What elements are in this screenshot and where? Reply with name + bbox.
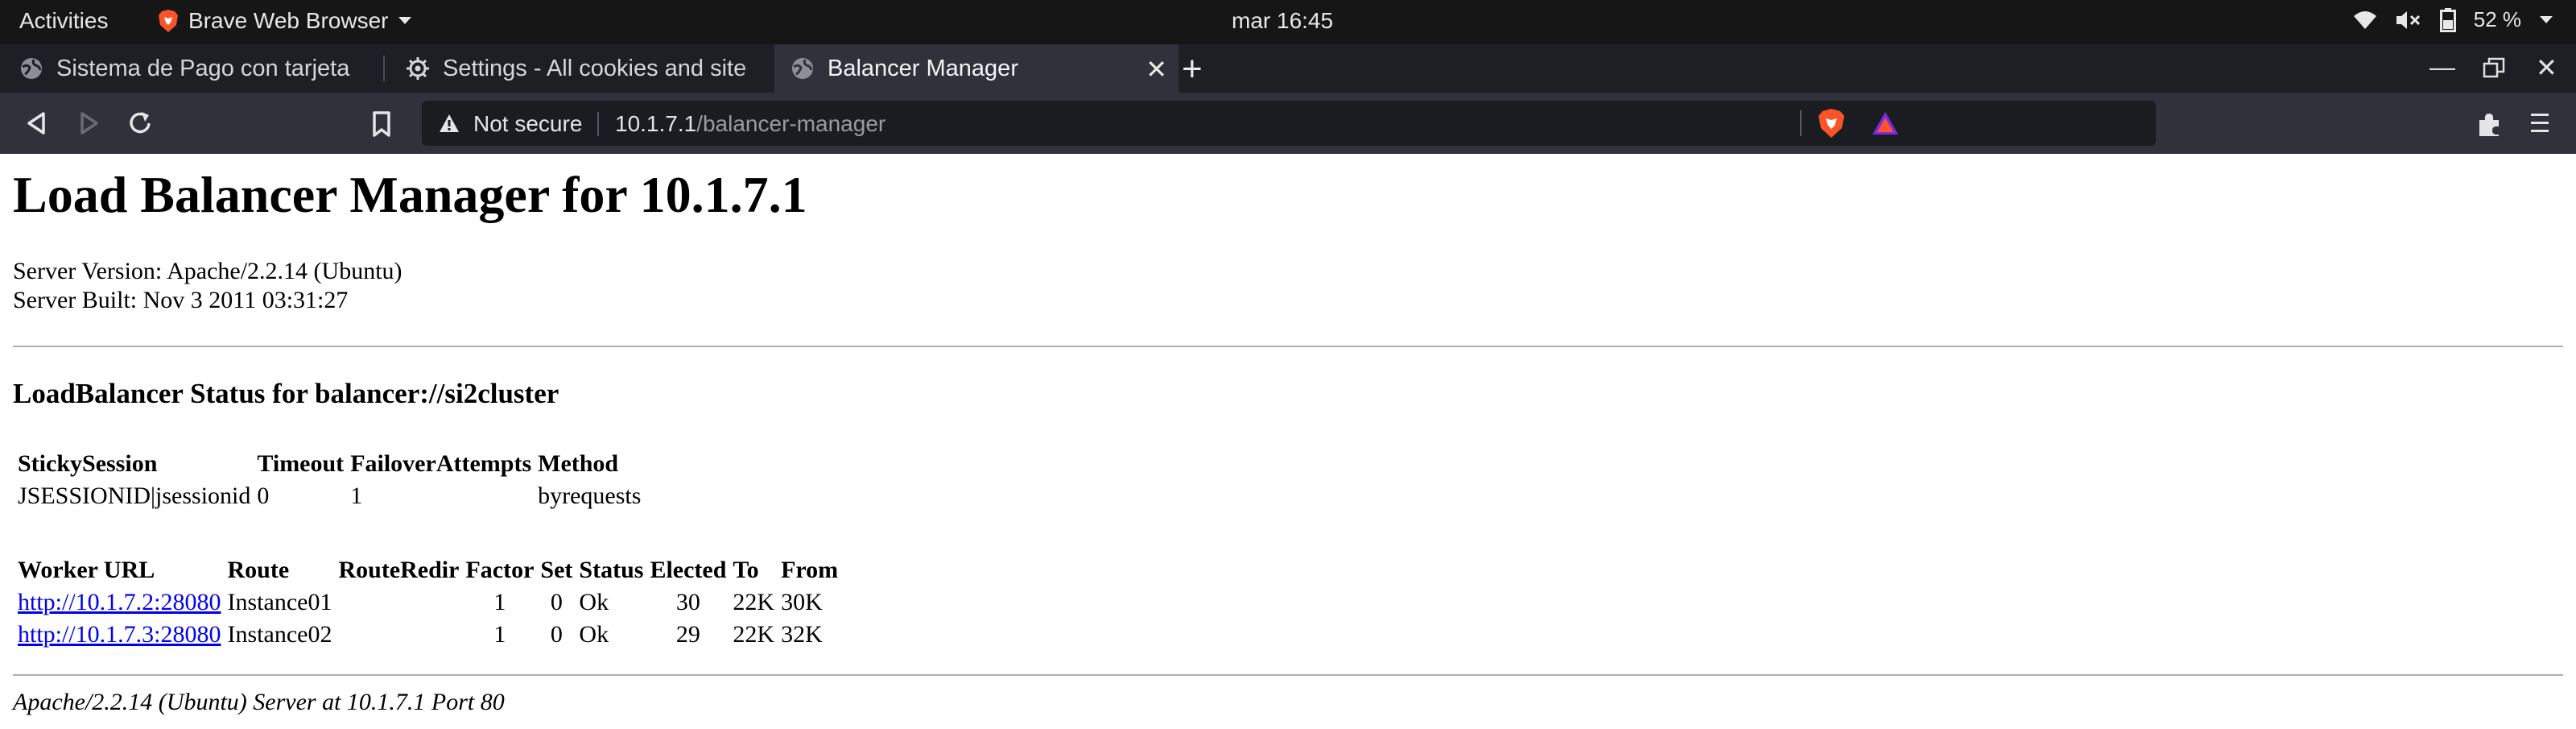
system-top-bar: Activities Brave Web Browser mar 16:45 5… [0, 0, 2576, 44]
reload-icon[interactable] [124, 107, 156, 139]
clock[interactable]: mar 16:45 [1232, 8, 1333, 34]
table-cell: 0 [257, 483, 270, 509]
table-cell: 30K [781, 589, 823, 615]
system-tray[interactable]: 52 % [2353, 7, 2553, 32]
worker-table: Worker URL Route RouteRedir Factor Set S… [11, 552, 844, 653]
column-header: FailoverAttempts [350, 450, 532, 477]
tab-title: Balancer Manager [828, 55, 1018, 81]
server-built: Server Built: Nov 3 2011 03:31:27 [13, 287, 349, 313]
activities-button[interactable]: Activities [19, 8, 108, 34]
table-cell: 29 [675, 621, 700, 648]
balancer-settings-table: StickySession Timeout FailoverAttempts M… [11, 445, 647, 515]
table-cell: 22K [733, 621, 775, 648]
warning-triangle-icon[interactable] [438, 112, 460, 135]
security-label[interactable]: Not secure [473, 111, 582, 137]
app-menu[interactable]: Brave Web Browser [158, 8, 412, 34]
table-cell: 1 [493, 621, 506, 648]
menu-icon[interactable] [2529, 112, 2550, 135]
table-cell: Ok [579, 589, 609, 615]
restore-window-icon[interactable] [2483, 57, 2505, 78]
column-header: Set [540, 557, 573, 583]
column-header: Worker URL [18, 557, 155, 583]
table-cell: Instance01 [227, 589, 332, 615]
table-header-row: Worker URL Route RouteRedir Factor Set S… [18, 557, 838, 584]
column-header: Elected [650, 557, 727, 583]
balancer-status-heading: LoadBalancer Status for balancer://si2cl… [13, 378, 559, 409]
table-cell: Instance02 [227, 621, 332, 648]
chevron-down-icon [398, 17, 412, 24]
tab-sistema-de-pago[interactable]: Sistema de Pago con tarjeta [0, 44, 399, 93]
server-version: Server Version: Apache/2.2.14 (Ubuntu) [13, 258, 402, 284]
table-row: http://10.1.7.2:28080 Instance01 1 0 Ok … [18, 589, 838, 616]
forward-icon[interactable] [72, 107, 105, 139]
server-footer: Apache/2.2.14 (Ubuntu) Server at 10.1.7.… [13, 689, 505, 715]
volume-muted-icon [2396, 10, 2420, 29]
table-cell: http://10.1.7.2:28080 [18, 589, 221, 616]
close-tab-icon[interactable]: ✕ [1146, 54, 1167, 85]
extensions-icon[interactable] [2475, 109, 2504, 138]
close-window-icon[interactable]: ✕ [2536, 52, 2557, 83]
table-row: http://10.1.7.3:28080 Instance02 1 0 Ok … [18, 621, 838, 648]
table-cell [338, 621, 459, 648]
column-header: Timeout [257, 450, 345, 477]
tab-balancer-manager[interactable]: Balancer Manager ✕ [774, 44, 1179, 93]
table-cell: JSESSIONID|jsessionid [18, 483, 251, 509]
globe-icon [792, 58, 813, 79]
table-cell: byrequests [538, 483, 642, 509]
tab-strip: Sistema de Pago con tarjeta Settings - A… [0, 44, 2576, 93]
column-header: To [733, 557, 759, 583]
horizontal-rule [13, 346, 2563, 347]
brave-shields-icon[interactable] [1818, 108, 1845, 139]
bookmark-icon[interactable] [370, 110, 393, 138]
back-icon[interactable] [21, 107, 53, 139]
tab-title: Sistema de Pago con tarjeta [56, 55, 350, 81]
column-header: RouteRedir [338, 557, 460, 583]
globe-icon [21, 58, 42, 79]
table-cell: Ok [579, 621, 609, 648]
tab-title: Settings - All cookies and site [443, 55, 747, 81]
url-host: 10.1.7.1 [615, 111, 697, 136]
battery-percent: 52 % [2473, 7, 2521, 31]
tab-divider [383, 56, 385, 81]
column-header: Status [579, 557, 644, 583]
browser-toolbar: Not secure 10.1.7.1/balancer-manager [0, 93, 2576, 154]
minimize-window-icon[interactable]: — [2429, 52, 2455, 82]
table-cell: 22K [733, 589, 775, 615]
chevron-down-icon [2540, 15, 2553, 23]
table-cell [338, 589, 459, 616]
page-content: Load Balancer Manager for 10.1.7.1 Serve… [0, 154, 2576, 729]
table-cell: 30 [675, 589, 700, 615]
url-text[interactable]: 10.1.7.1/balancer-manager [615, 111, 886, 137]
table-cell: 0 [550, 589, 563, 615]
url-path: /balancer-manager [696, 111, 886, 136]
address-bar[interactable]: Not secure 10.1.7.1/balancer-manager [422, 101, 2156, 146]
table-cell: 1 [350, 483, 363, 509]
horizontal-rule [13, 674, 2563, 676]
server-info: Server Version: Apache/2.2.14 (Ubuntu) S… [13, 257, 402, 315]
table-cell: 1 [493, 589, 506, 615]
table-cell: http://10.1.7.3:28080 [18, 621, 221, 648]
worker-link[interactable]: http://10.1.7.3:28080 [18, 621, 221, 648]
column-header: StickySession [18, 450, 158, 477]
worker-link[interactable]: http://10.1.7.2:28080 [18, 589, 221, 615]
table-cell: 32K [781, 621, 823, 648]
battery-icon [2439, 7, 2456, 32]
column-header: Factor [465, 557, 535, 583]
app-name: Brave Web Browser [188, 8, 389, 33]
gear-icon [407, 57, 429, 80]
column-header: Method [538, 450, 619, 477]
brave-logo-icon [159, 10, 178, 32]
table-cell: 0 [550, 621, 563, 648]
table-row: JSESSIONID|jsessionid 0 1 byrequests [18, 483, 641, 510]
column-header: Route [227, 557, 290, 583]
address-separator [597, 112, 599, 136]
new-tab-icon[interactable]: + [1182, 49, 1203, 89]
column-header: From [781, 557, 839, 583]
wifi-icon [2353, 10, 2376, 29]
brave-rewards-icon[interactable] [1871, 110, 1900, 136]
tab-settings[interactable]: Settings - All cookies and site [386, 44, 786, 93]
page-title: Load Balancer Manager for 10.1.7.1 [13, 166, 807, 223]
table-header-row: StickySession Timeout FailoverAttempts M… [18, 450, 641, 478]
address-separator-right [1800, 110, 1802, 136]
